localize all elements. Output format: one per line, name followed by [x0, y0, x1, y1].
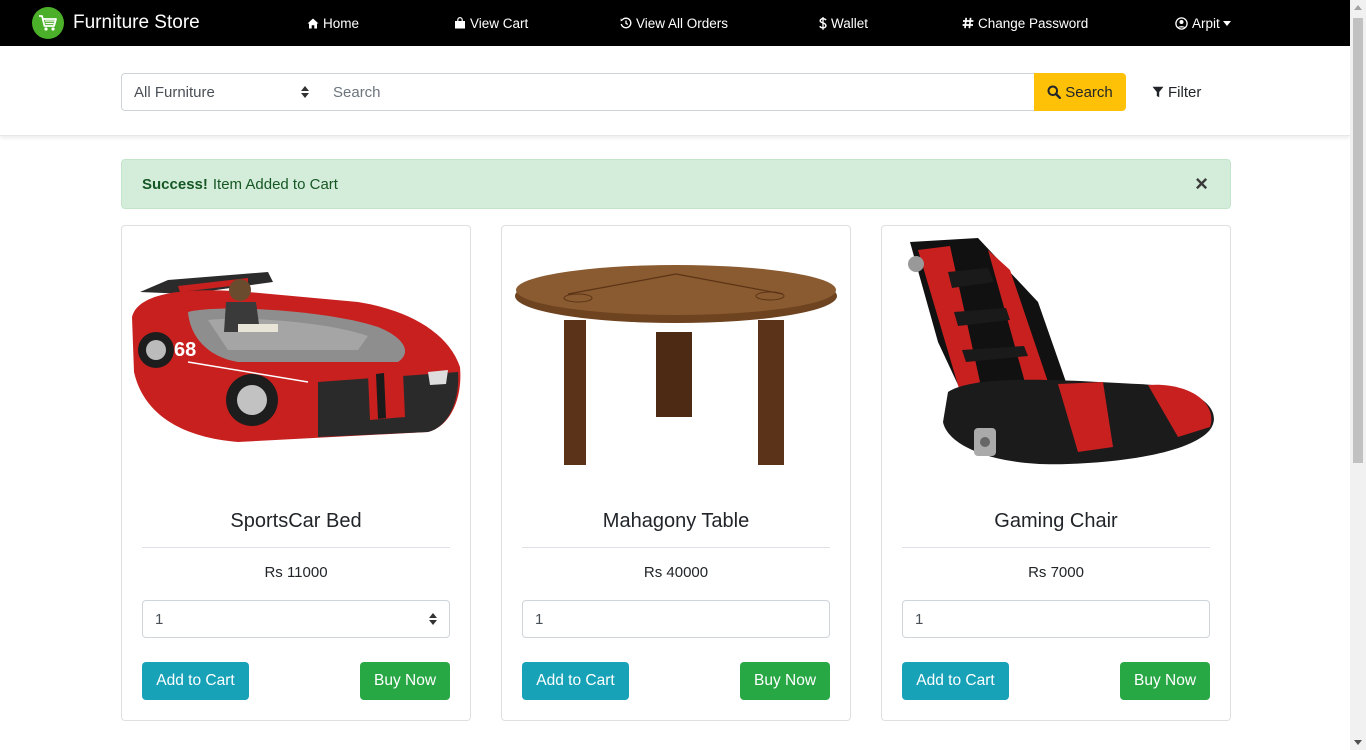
product-image-mahagony-table: [515, 265, 837, 465]
quantity-value: 1: [915, 610, 924, 628]
add-to-cart-button[interactable]: Add to Cart: [902, 662, 1009, 700]
add-to-cart-button[interactable]: Add to Cart: [142, 662, 249, 700]
filter-icon: [1152, 86, 1164, 98]
cart-logo-icon: [32, 7, 64, 39]
search-bar: All Furniture Search Search Filter: [0, 46, 1350, 136]
product-price: Rs 11000: [264, 564, 328, 581]
quantity-value: 1: [535, 610, 544, 628]
scroll-down-icon[interactable]: [1354, 740, 1362, 745]
product-card: 68 SportsCar Bed Rs 11000 1 Add to Cart …: [121, 225, 471, 721]
brand-name: Furniture Store: [73, 12, 200, 33]
scroll-up-icon[interactable]: [1354, 5, 1362, 10]
search-icon: [1047, 85, 1062, 99]
category-select-value: All Furniture: [134, 83, 215, 101]
nav-home[interactable]: Home: [307, 0, 359, 46]
alert-message: Item Added to Cart: [212, 175, 338, 193]
history-icon: [620, 17, 632, 29]
quantity-field[interactable]: 1: [522, 600, 830, 638]
product-name: SportsCar Bed: [230, 510, 362, 532]
divider: [142, 547, 450, 548]
quantity-stepper[interactable]: 1: [142, 600, 450, 638]
product-card: Mahagony Table Rs 40000 1 Add to Cart Bu…: [501, 225, 851, 721]
product-card: Gaming Chair Rs 7000 1 Add to Cart Buy N…: [881, 225, 1231, 721]
buy-now-button[interactable]: Buy Now: [740, 662, 830, 700]
product-price: Rs 7000: [1028, 564, 1084, 581]
hash-icon: [962, 17, 974, 29]
nav-view-all-orders-label: View All Orders: [636, 15, 729, 31]
search-placeholder: Search: [333, 83, 381, 101]
scroll-thumb[interactable]: [1353, 18, 1363, 463]
product-name: Mahagony Table: [602, 510, 750, 532]
nav-user-label: Arpit: [1192, 15, 1220, 31]
success-alert: Success! Item Added to Cart ×: [121, 159, 1231, 209]
spinner-arrows-icon[interactable]: [429, 613, 437, 625]
search-button-label: Search: [1065, 83, 1113, 101]
nav-change-password-label: Change Password: [978, 15, 1089, 31]
nav-wallet-label: Wallet: [831, 15, 869, 31]
nav-view-cart[interactable]: View Cart: [454, 0, 528, 46]
filter-button-label: Filter: [1168, 83, 1202, 101]
close-icon[interactable]: ×: [1195, 173, 1208, 195]
nav-wallet[interactable]: Wallet: [819, 0, 868, 46]
shopping-bag-icon: [455, 17, 465, 29]
nav-home-label: Home: [323, 15, 360, 31]
brand[interactable]: Furniture Store: [32, 7, 200, 39]
search-input[interactable]: Search: [321, 73, 1035, 111]
select-arrows-icon: [301, 86, 309, 98]
nav-user-menu[interactable]: Arpit: [1175, 0, 1231, 46]
top-navbar: Furniture Store Home View Cart View All …: [0, 0, 1350, 46]
home-icon: [307, 18, 319, 28]
divider: [902, 547, 1210, 548]
product-image-gaming-chair: [908, 238, 1214, 465]
quantity-value: 1: [155, 610, 164, 628]
filter-button[interactable]: Filter: [1152, 73, 1201, 111]
product-price: Rs 40000: [643, 564, 709, 581]
nav-change-password[interactable]: Change Password: [962, 0, 1088, 46]
buy-now-button[interactable]: Buy Now: [1120, 662, 1210, 700]
search-button[interactable]: Search: [1034, 73, 1126, 111]
quantity-field[interactable]: 1: [902, 600, 1210, 638]
category-select[interactable]: All Furniture: [121, 73, 322, 111]
user-circle-icon: [1175, 16, 1188, 30]
chevron-down-icon: [1222, 20, 1231, 26]
alert-strong: Success!: [142, 175, 208, 193]
svg-text:68: 68: [174, 339, 196, 361]
page-scrollbar[interactable]: [1350, 0, 1366, 750]
product-image-sportscar-bed: 68: [132, 272, 461, 442]
buy-now-button[interactable]: Buy Now: [360, 662, 450, 700]
add-to-cart-button[interactable]: Add to Cart: [522, 662, 629, 700]
nav-view-cart-label: View Cart: [470, 15, 529, 31]
dollar-icon: [819, 16, 827, 30]
nav-view-all-orders[interactable]: View All Orders: [620, 0, 728, 46]
divider: [522, 547, 830, 548]
product-name: Gaming Chair: [994, 510, 1118, 532]
